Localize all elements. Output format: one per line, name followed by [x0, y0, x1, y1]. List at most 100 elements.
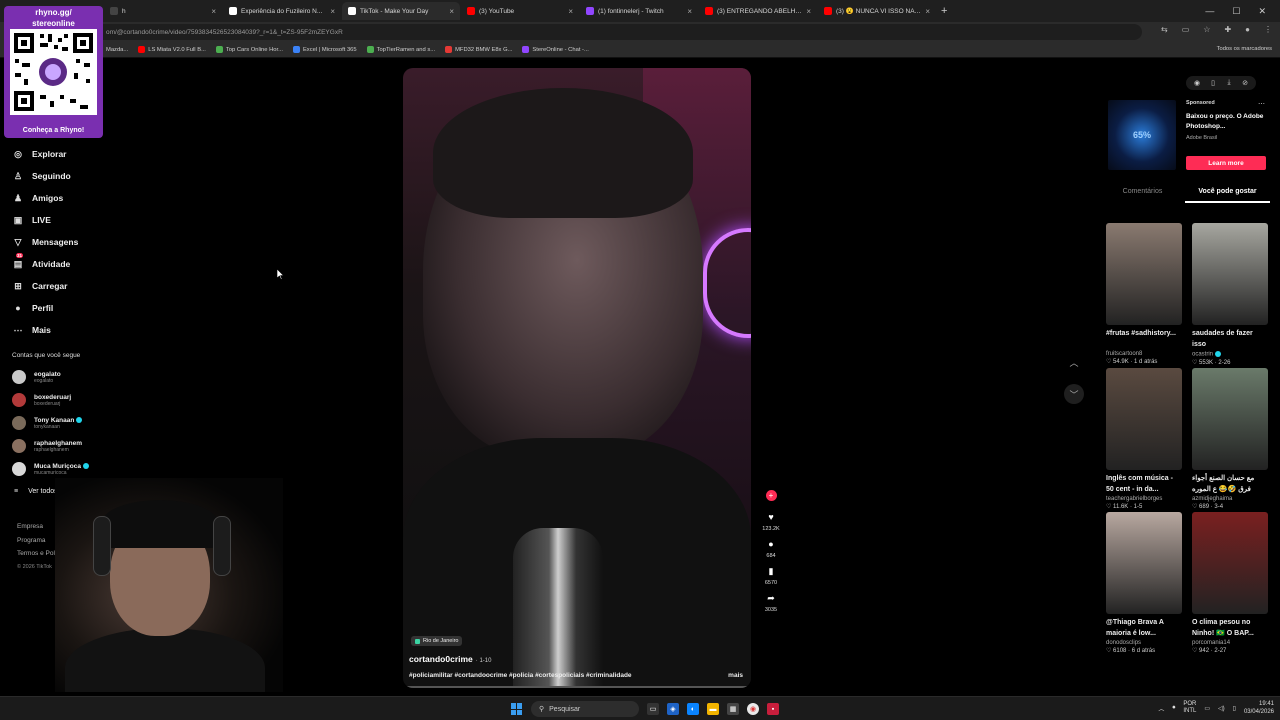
browser-tab[interactable]: (3) 😮 NUNCA VI ISSO NA EXI... ×: [818, 2, 936, 20]
video-thumbnail[interactable]: [1106, 367, 1182, 470]
recommended-video-card[interactable]: saudades de fazer isso ocastrin ♡ 553K · 2…: [1192, 223, 1268, 366]
close-window-icon[interactable]: ✕: [1258, 6, 1266, 17]
all-bookmarks-link[interactable]: Todos os marcadores: [1217, 46, 1272, 52]
video-author[interactable]: cortando0crime · 1-10: [409, 654, 491, 664]
minimize-icon[interactable]: —: [1205, 6, 1214, 16]
sidebar-item-seguindo[interactable]: ♙ Seguindo: [12, 165, 102, 187]
bookmark-star-icon[interactable]: ☆: [1203, 25, 1210, 34]
tray-chevron-icon[interactable]: ︿: [1158, 704, 1164, 713]
network-icon[interactable]: ▭: [1204, 705, 1210, 712]
clock[interactable]: 19:41 03/04/2026: [1244, 700, 1274, 716]
browser-tab[interactable]: (1) fontinnelerj - Twitch ×: [580, 2, 698, 20]
bookmark-item[interactable]: TopTierRamen and s...: [366, 46, 435, 53]
share-action[interactable]: ➦ 3035: [760, 592, 782, 614]
recommended-video-card[interactable]: مع حسان الصنع أجواء فرق 🤣😂 ع الموره azmid…: [1192, 367, 1268, 510]
ext-icon-2[interactable]: ▯: [1208, 79, 1218, 87]
tab-comments[interactable]: Comentários: [1100, 185, 1185, 203]
next-video-button[interactable]: ﹀: [1064, 384, 1084, 404]
previous-video-button[interactable]: ︿: [1064, 352, 1084, 372]
mic-icon[interactable]: ⏺: [1172, 705, 1175, 712]
bookmark-item[interactable]: StereOnline - Chat -...: [522, 46, 589, 53]
bookmark-item[interactable]: Top Cars Online Hor...: [215, 46, 283, 53]
following-account[interactable]: boxederuarj boxederuarj: [12, 393, 71, 407]
video-stats: ♡ 11.6K · 1-5: [1106, 503, 1143, 510]
maximize-icon[interactable]: ☐: [1232, 6, 1240, 17]
address-bar[interactable]: om/@cortando0crime/video/759383452652308…: [92, 24, 1142, 40]
sidebar-item-explorar[interactable]: ◎ Explorar: [12, 143, 102, 165]
profile-avatar-icon[interactable]: ●: [1245, 25, 1250, 34]
close-tab-icon[interactable]: ×: [330, 7, 335, 16]
ad-more-icon[interactable]: ⋯: [1258, 100, 1265, 108]
task-view-icon[interactable]: ▭: [647, 703, 659, 715]
following-account[interactable]: Tony Kanaan tonykanaan: [12, 416, 83, 430]
following-account[interactable]: raphaelghanem raphaelghanem: [12, 439, 82, 453]
battery-icon[interactable]: ▯: [1233, 705, 1236, 712]
video-thumbnail[interactable]: [1192, 367, 1268, 470]
download-icon[interactable]: ⤓: [1224, 79, 1234, 87]
file-explorer-icon[interactable]: ▬: [707, 703, 719, 715]
extensions-icon[interactable]: ✚: [1224, 25, 1231, 34]
bookmark-item[interactable]: MFD32 BMW E8x G...: [445, 46, 512, 53]
like-action[interactable]: ♥ 123.2K: [760, 511, 782, 532]
comment-action[interactable]: ● 684: [760, 538, 782, 559]
ext-icon-4[interactable]: ⊘: [1240, 79, 1250, 87]
close-tab-icon[interactable]: ×: [449, 7, 454, 16]
sidebar-item-amigos[interactable]: ♟ Amigos: [12, 187, 102, 209]
sidebar-item-carregar[interactable]: ⊞ Carregar: [12, 275, 102, 297]
menu-dots-icon[interactable]: ⋮: [1264, 25, 1272, 34]
copilot-icon[interactable]: ◈: [667, 703, 679, 715]
browser-tab[interactable]: TikTok - Make Your Day ×: [342, 2, 460, 20]
browser-tab[interactable]: (3) YouTube ×: [461, 2, 579, 20]
following-account[interactable]: eogalato eogalato: [12, 370, 61, 384]
edge-icon[interactable]: ◐: [687, 703, 699, 715]
app-icon-red[interactable]: ▪: [767, 703, 779, 715]
translate-icon[interactable]: ⇆: [1161, 25, 1168, 34]
video-stats: ♡ 54.9K · 1 d atrás: [1106, 359, 1158, 365]
recommended-video-card[interactable]: O clima pesou no Ninho! 🇧🇷 O BAP... porco…: [1192, 511, 1268, 654]
learn-more-button[interactable]: Learn more: [1186, 156, 1266, 170]
recommended-video-card[interactable]: #frutas #sadhistory... fruitscartoon8 ♡ 54…: [1106, 223, 1182, 366]
video-player[interactable]: Rio de Janeiro cortando0crime · 1-10 #pol…: [403, 68, 751, 688]
more-link[interactable]: mais: [728, 672, 743, 679]
close-tab-icon[interactable]: ×: [687, 7, 692, 16]
input-language[interactable]: POR INTL: [1183, 701, 1196, 715]
browser-tab[interactable]: (3) ENTREGANDO ABELHAS, S...×: [699, 2, 817, 20]
see-all-link[interactable]: ≡ Ver todos: [14, 488, 58, 495]
location-badge[interactable]: Rio de Janeiro: [411, 636, 463, 646]
browser-tab[interactable]: h ×: [104, 2, 222, 20]
video-thumbnail[interactable]: [1192, 511, 1268, 614]
ext-icon-1[interactable]: ◉: [1192, 79, 1202, 87]
close-tab-icon[interactable]: ×: [925, 7, 930, 16]
chrome-icon[interactable]: ◉: [747, 703, 759, 715]
cast-icon[interactable]: ▭: [1182, 25, 1190, 34]
tab-you-may-like[interactable]: Você pode gostar: [1185, 185, 1270, 203]
close-tab-icon[interactable]: ×: [568, 7, 573, 16]
video-thumbnail[interactable]: [1192, 223, 1268, 325]
sidebar-item-mensagens[interactable]: ▽ Mensagens: [12, 231, 102, 253]
sidebar-item-perfil[interactable]: ● Perfil: [12, 297, 102, 319]
browser-tab[interactable]: Experiência do Fuzileiro N... ×: [223, 2, 341, 20]
bookmark-item[interactable]: Excel | Microsoft 365: [292, 46, 357, 53]
windows-start-icon[interactable]: [511, 703, 523, 715]
video-hashtags[interactable]: #policiamilitar #cortandoocrime #policia…: [409, 672, 632, 679]
bookmark-item[interactable]: LS Miata V2.0 Full B...: [138, 46, 206, 53]
close-tab-icon[interactable]: ×: [211, 7, 216, 16]
video-thumbnail[interactable]: [1106, 511, 1182, 614]
recommended-video-card[interactable]: Inglês com música - 50 cent - in da... te…: [1106, 367, 1182, 510]
store-icon[interactable]: ▦: [727, 703, 739, 715]
ad-title[interactable]: Baixou o preço. O Adobe Photoshop...: [1186, 112, 1272, 132]
sidebar-item-live[interactable]: ▣ LIVE: [12, 209, 102, 231]
ad-thumbnail[interactable]: 65%: [1108, 100, 1176, 170]
sidebar-item-mais[interactable]: ⋯ Mais: [12, 319, 102, 341]
sidebar-item-atividade[interactable]: ▤ 31 Atividade: [12, 252, 102, 275]
recommended-video-card[interactable]: @Thiago Brava A maioria é low... donodosc…: [1106, 511, 1182, 654]
new-tab-button[interactable]: +: [941, 5, 947, 17]
taskbar-search[interactable]: ⚲ Pesquisar: [531, 701, 639, 717]
video-progress-bar[interactable]: [403, 686, 751, 688]
follow-plus-button[interactable]: +: [765, 490, 777, 501]
close-tab-icon[interactable]: ×: [806, 7, 811, 16]
save-action[interactable]: ▮ 6570: [760, 565, 782, 587]
video-thumbnail[interactable]: [1106, 223, 1182, 325]
following-account[interactable]: Muca Muriçoca mucamuricoca: [12, 462, 89, 476]
volume-icon[interactable]: ◁): [1218, 705, 1225, 712]
